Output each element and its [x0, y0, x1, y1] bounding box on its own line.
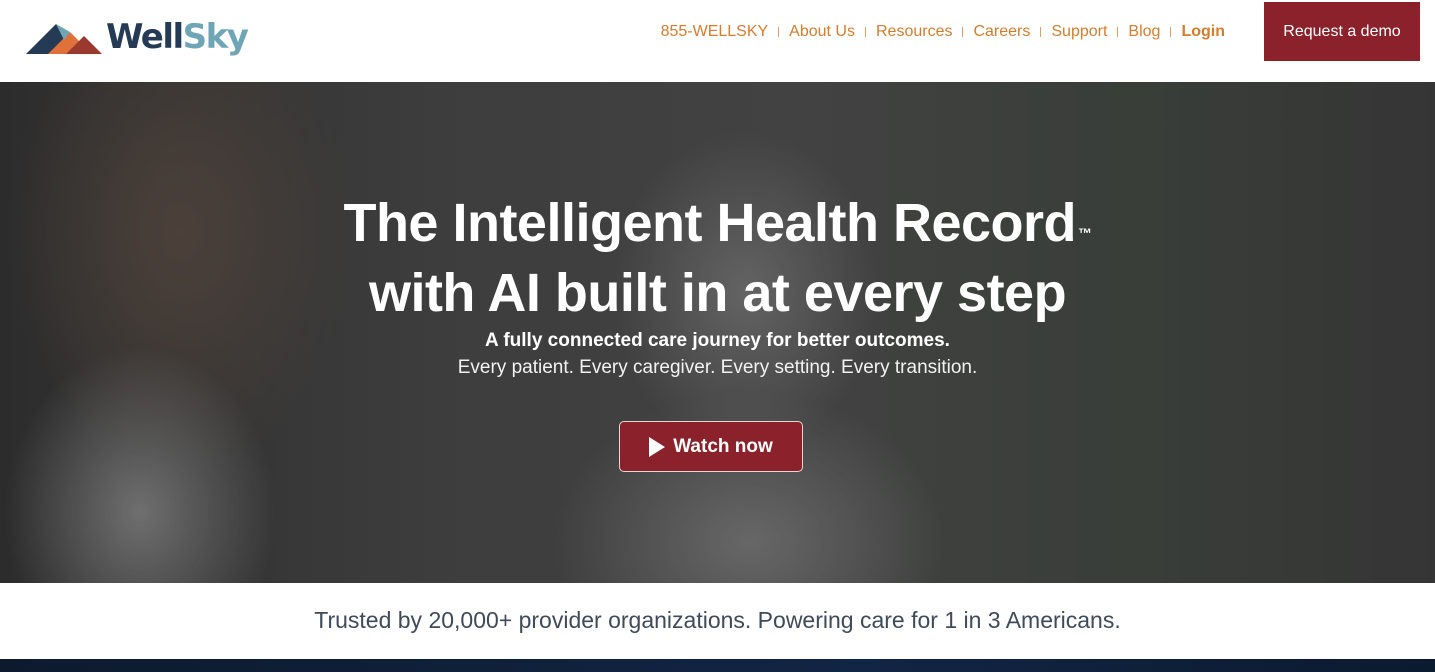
watch-now-label: Watch now: [673, 435, 773, 457]
nav-resources[interactable]: Resources: [876, 23, 952, 41]
logo-wordmark: WellSky: [106, 17, 249, 57]
nav-divider: [864, 27, 866, 37]
nav-blog[interactable]: Blog: [1128, 23, 1160, 41]
play-icon: [649, 436, 666, 457]
nav-phone[interactable]: 855-WELLSKY: [661, 23, 769, 41]
trust-text: Trusted by 20,000+ provider organization…: [314, 607, 1121, 633]
logo-sky: Sky: [182, 17, 249, 57]
hero-subtitle: A fully connected care journey for bette…: [485, 330, 950, 351]
logo-well: Well: [106, 17, 184, 57]
nav-divider: [1117, 27, 1119, 37]
hero-banner: The Intelligent Health Record ™ with AI b…: [0, 82, 1435, 583]
nav-support[interactable]: Support: [1051, 23, 1107, 41]
hero-tagline: Every patient. Every caregiver. Every se…: [457, 357, 978, 378]
nav-divider: [778, 27, 780, 37]
nav-divider: [962, 27, 964, 37]
nav-divider: [1170, 27, 1172, 37]
next-section-band: [0, 659, 1435, 672]
site-header: WellSky 855-WELLSKY About Us Resources C…: [0, 0, 1435, 82]
trademark-symbol: ™: [1078, 225, 1092, 241]
hero-title-text: The Intelligent Health Record: [343, 193, 1077, 253]
top-nav: 855-WELLSKY About Us Resources Careers S…: [661, 20, 1225, 44]
nav-about-us[interactable]: About Us: [789, 23, 855, 41]
nav-divider: [1040, 27, 1042, 37]
hero-title-line2: with AI built in at every step: [368, 263, 1067, 323]
hero-title-line1: The Intelligent Health Record ™: [0, 188, 1435, 258]
nav-login[interactable]: Login: [1181, 23, 1225, 41]
wellsky-logo[interactable]: WellSky: [26, 14, 249, 60]
trust-statement: Trusted by 20,000+ provider organization…: [0, 583, 1435, 659]
watch-now-button[interactable]: Watch now: [619, 421, 803, 472]
mountain-logo-icon: [26, 24, 102, 54]
nav-careers[interactable]: Careers: [973, 23, 1030, 41]
request-demo-button[interactable]: Request a demo: [1264, 2, 1420, 61]
